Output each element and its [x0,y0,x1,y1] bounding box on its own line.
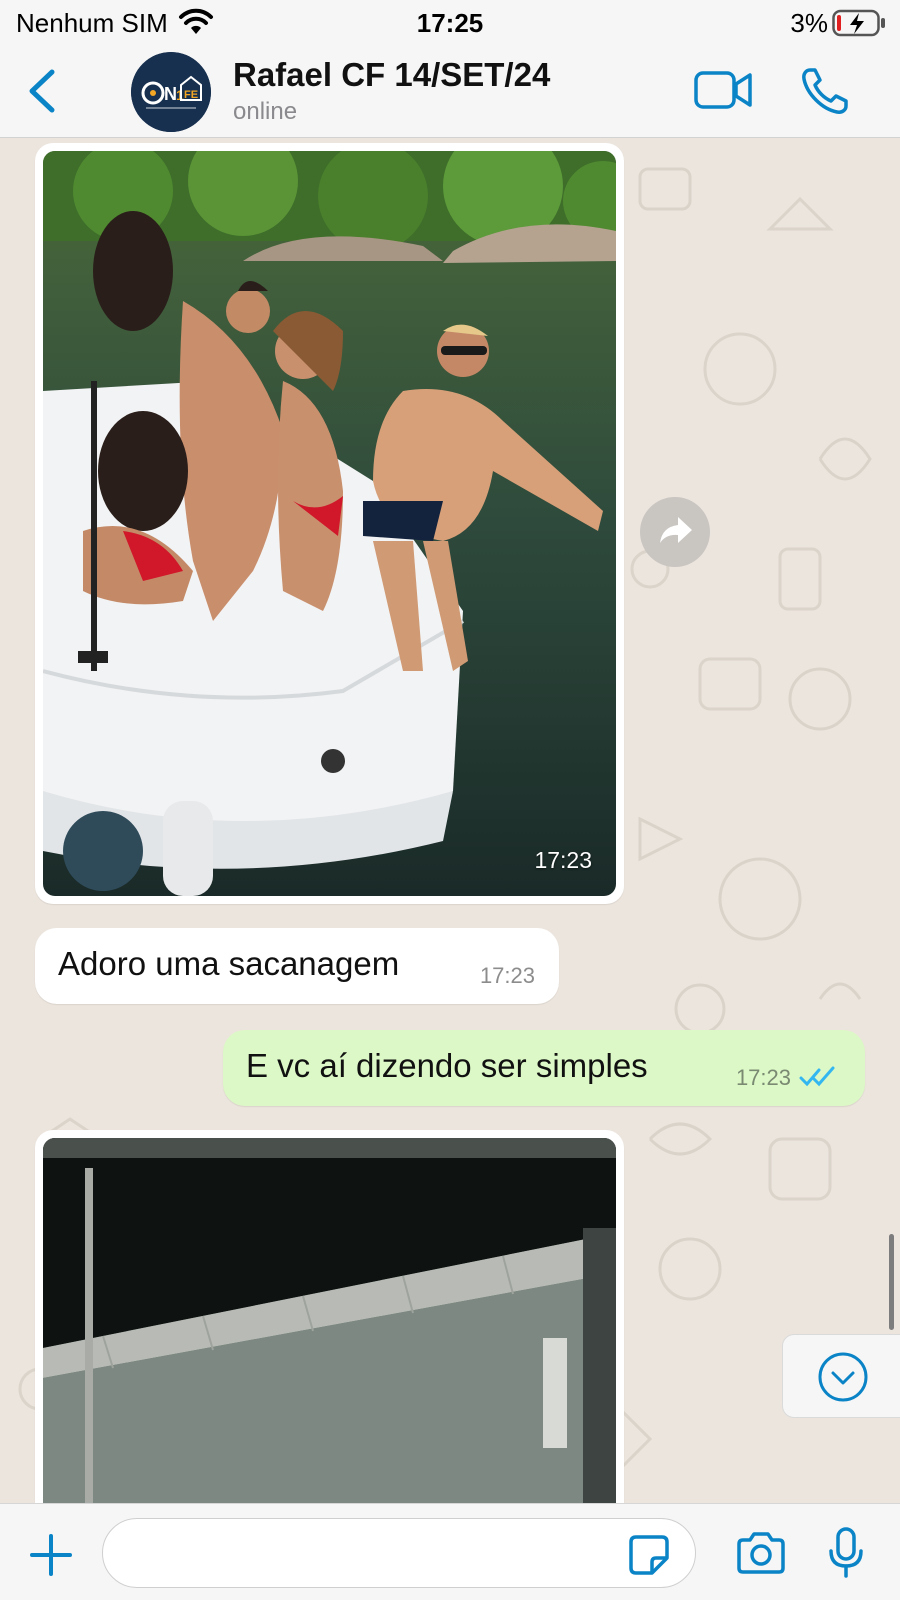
outgoing-message[interactable]: E vc aí dizendo ser simples 17:23 [223,1030,865,1106]
image-message[interactable] [35,1130,624,1503]
message-time: 17:23 [735,1065,791,1090]
forward-arrow-icon [660,517,692,543]
message-text: E vc aí dizendo ser simples [246,1047,648,1084]
battery-charging-icon [832,9,885,37]
read-receipt-icon [799,1066,835,1087]
forward-button[interactable] [640,497,710,567]
voice-call-button[interactable] [800,66,850,116]
sticker-button[interactable] [628,1534,670,1576]
status-bar: Nenhum SIM 17:25 3% [0,0,900,46]
clock: 17:25 [416,8,484,38]
contact-logo: N 1 FE [131,52,211,132]
video-call-button[interactable] [694,68,752,112]
scroll-to-bottom-button[interactable] [782,1334,900,1418]
photo-boat[interactable]: 17:23 [43,151,616,896]
back-button[interactable] [22,64,62,118]
camera-button[interactable] [735,1530,787,1576]
battery-percent: 3% [790,8,828,38]
microphone-button[interactable] [826,1526,866,1580]
contact-name[interactable]: Rafael CF 14/SET/24 [233,56,550,94]
photo-room[interactable] [43,1138,616,1503]
incoming-message[interactable]: Adoro uma sacanagem 17:23 [35,928,559,1004]
photo [43,151,616,896]
chat-header: N 1 FE Rafael CF 14/SET/24 online [0,46,900,138]
contact-status: online [233,98,298,125]
image-message[interactable]: 17:23 [35,143,624,904]
attach-plus-button[interactable] [28,1532,74,1578]
message-text: Adoro uma sacanagem [58,945,400,982]
message-list[interactable]: 17:23 Adoro uma sacanagem 17:23 E vc aí … [0,139,900,1503]
message-time: 17:23 [479,963,535,988]
svg-text:FE: FE [184,89,198,101]
message-input[interactable] [102,1518,696,1588]
composer-bar [0,1503,900,1600]
scrollbar[interactable] [889,1234,894,1330]
avatar[interactable]: N 1 FE [131,52,211,132]
chevron-down-circle-icon [818,1352,868,1402]
message-time: 17:23 [534,847,592,873]
photo [43,1138,616,1503]
